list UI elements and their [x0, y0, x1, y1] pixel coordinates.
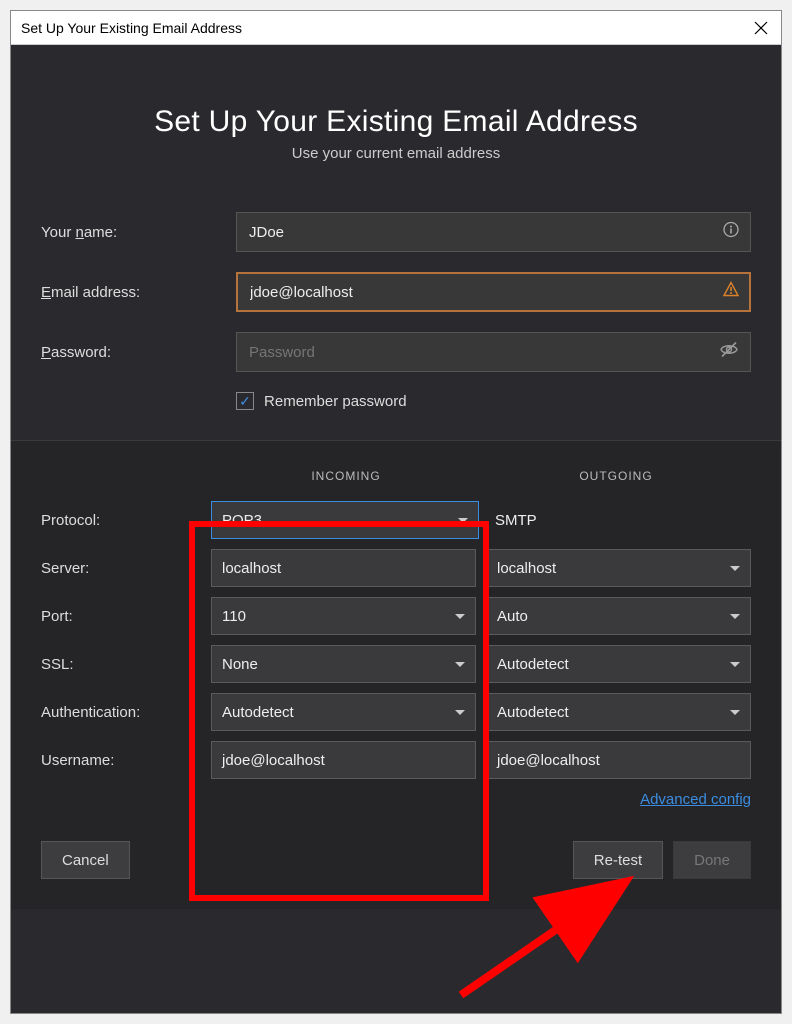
outgoing-ssl-select[interactable]: Autodetect [486, 645, 751, 683]
done-button[interactable]: Done [673, 841, 751, 879]
outgoing-auth-select[interactable]: Autodetect [486, 693, 751, 731]
name-label: Your name: [41, 224, 236, 241]
email-input[interactable] [236, 272, 751, 312]
advanced-row: Advanced config [41, 791, 751, 809]
username-label: Username: [41, 752, 211, 769]
info-icon [723, 222, 739, 243]
dialog-window: Set Up Your Existing Email Address Set U… [10, 10, 782, 1014]
header-incoming: INCOMING [211, 469, 481, 483]
warning-icon [723, 282, 739, 303]
eye-off-icon[interactable] [719, 340, 739, 365]
server-section: INCOMING OUTGOING Protocol: POP3 SMTP Se… [11, 440, 781, 819]
incoming-server-input[interactable]: localhost [211, 549, 476, 587]
advanced-config-link[interactable]: Advanced config [640, 791, 751, 808]
email-label: Email address: [41, 284, 236, 301]
incoming-auth-select[interactable]: Autodetect [211, 693, 476, 731]
content-area: Set Up Your Existing Email Address Use y… [11, 45, 781, 1013]
upper-form: Set Up Your Existing Email Address Use y… [11, 45, 781, 440]
remember-row: ✓ Remember password [236, 392, 751, 410]
name-input[interactable] [236, 212, 751, 252]
incoming-protocol-select[interactable]: POP3 [211, 501, 479, 539]
close-icon [754, 21, 768, 35]
password-label: Password: [41, 344, 236, 361]
page-title: Set Up Your Existing Email Address [41, 105, 751, 139]
protocol-label: Protocol: [41, 512, 211, 529]
retest-button[interactable]: Re-test [573, 841, 663, 879]
header-outgoing: OUTGOING [481, 469, 751, 483]
remember-label: Remember password [264, 393, 407, 410]
titlebar: Set Up Your Existing Email Address [11, 11, 781, 45]
cancel-button[interactable]: Cancel [41, 841, 130, 879]
auth-label: Authentication: [41, 704, 211, 721]
subtitle: Use your current email address [41, 145, 751, 162]
outgoing-username-input[interactable]: jdoe@localhost [486, 741, 751, 779]
outgoing-port-select[interactable]: Auto [486, 597, 751, 635]
row-name: Your name: [41, 212, 751, 252]
port-label: Port: [41, 608, 211, 625]
outgoing-server-select[interactable]: localhost [486, 549, 751, 587]
window-title: Set Up Your Existing Email Address [21, 20, 751, 36]
footer: Cancel Re-test Done [11, 819, 781, 909]
password-input[interactable] [236, 332, 751, 372]
remember-checkbox[interactable]: ✓ [236, 392, 254, 410]
incoming-port-select[interactable]: 110 [211, 597, 476, 635]
server-label: Server: [41, 560, 211, 577]
incoming-username-input[interactable]: jdoe@localhost [211, 741, 476, 779]
outgoing-protocol-value: SMTP [489, 501, 751, 539]
close-button[interactable] [751, 18, 771, 38]
incoming-ssl-select[interactable]: None [211, 645, 476, 683]
row-password: Password: [41, 332, 751, 372]
ssl-label: SSL: [41, 656, 211, 673]
column-headers: INCOMING OUTGOING [211, 469, 751, 483]
row-email: Email address: [41, 272, 751, 312]
